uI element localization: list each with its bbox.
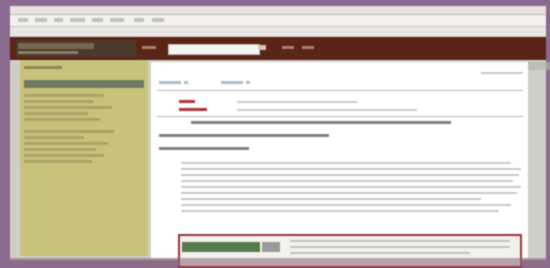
breadcrumb-link[interactable] [159, 81, 181, 84]
divider [157, 116, 523, 117]
logo-subtitle [18, 51, 78, 54]
menu-item[interactable] [152, 18, 164, 22]
article-title [191, 121, 451, 124]
breadcrumb-link[interactable] [221, 81, 243, 84]
featured-image-secondary[interactable] [262, 242, 280, 252]
meta-value [237, 101, 357, 103]
sidebar-item[interactable] [24, 106, 112, 109]
window-titlebar [10, 6, 546, 15]
breadcrumb-icon[interactable] [246, 81, 250, 84]
sidebar-label [24, 66, 62, 69]
sidebar-banner[interactable] [24, 80, 144, 88]
featured-text-line [290, 246, 510, 248]
browser-toolbar [10, 27, 546, 36]
menu-item[interactable] [18, 18, 28, 22]
sidebar-item[interactable] [24, 142, 108, 145]
sidebar-item[interactable] [24, 136, 84, 139]
meta-label [179, 108, 207, 111]
body-text-line [181, 204, 511, 206]
site-header [10, 37, 546, 60]
sidebar-item[interactable] [24, 100, 94, 103]
sidebar-item[interactable] [24, 118, 100, 121]
logo-mark [18, 43, 94, 49]
body-text-line [181, 162, 511, 164]
search-input[interactable] [168, 44, 260, 55]
menu-item[interactable] [70, 18, 85, 22]
menu-item[interactable] [54, 18, 63, 22]
sidebar-item[interactable] [24, 112, 88, 115]
meta-label [179, 100, 195, 103]
body-text-line [181, 168, 521, 170]
meta-value [237, 109, 417, 111]
browser-menubar [10, 15, 546, 27]
sidebar-item[interactable] [24, 160, 92, 163]
featured-text-line [290, 240, 510, 242]
menu-item[interactable] [134, 18, 144, 22]
site-logo[interactable] [16, 40, 136, 57]
breadcrumb-icon[interactable] [184, 81, 188, 84]
sidebar [20, 60, 148, 256]
body-text-line [181, 210, 499, 212]
sidebar-item[interactable] [24, 148, 96, 151]
section-heading [159, 147, 249, 150]
taskbar [10, 258, 546, 266]
main-content [151, 62, 528, 258]
body-text-line [181, 198, 481, 200]
menu-item[interactable] [92, 18, 103, 22]
featured-text-line [290, 252, 470, 254]
sidebar-item[interactable] [24, 130, 114, 133]
page-tools[interactable] [481, 72, 523, 74]
search-button[interactable] [258, 45, 266, 50]
featured-image[interactable] [182, 242, 260, 252]
browser-screen [10, 6, 550, 268]
header-link[interactable] [142, 46, 156, 49]
sidebar-item[interactable] [24, 94, 104, 97]
divider [157, 90, 523, 91]
sidebar-item[interactable] [24, 154, 104, 157]
body-text-line [181, 186, 521, 188]
header-link[interactable] [282, 46, 294, 49]
header-link[interactable] [302, 46, 314, 49]
menu-item[interactable] [110, 18, 124, 22]
body-text-line [181, 174, 519, 176]
body-text-line [181, 180, 513, 182]
menu-item[interactable] [35, 18, 47, 22]
article-subtitle [159, 134, 329, 137]
body-text-line [181, 192, 517, 194]
